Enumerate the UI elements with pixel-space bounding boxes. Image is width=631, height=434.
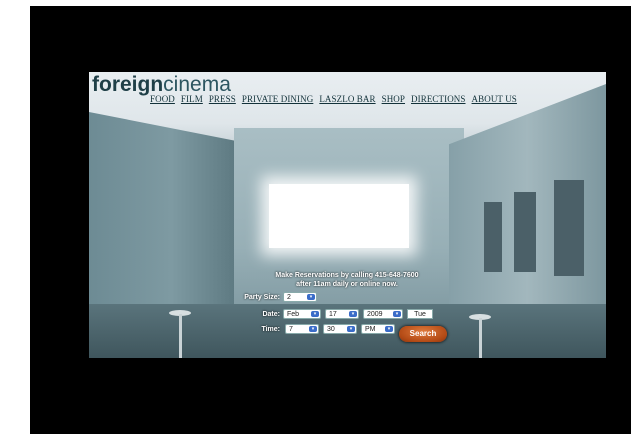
chevron-down-icon: ▾ <box>307 294 315 300</box>
party-size-value: 2 <box>287 294 291 301</box>
chevron-down-icon: ▾ <box>393 311 401 317</box>
chevron-down-icon: ▾ <box>385 326 393 332</box>
reservation-message-line2: after 11am daily or online now. <box>296 281 398 288</box>
year-select[interactable]: 2009 ▾ <box>363 309 403 319</box>
reservation-message-line1: Make Reservations by calling 415-648-760… <box>275 272 419 279</box>
nav-private-dining[interactable]: PRIVATE DINING <box>242 94 313 104</box>
search-button[interactable]: Search <box>399 326 447 342</box>
nav-food[interactable]: FOOD <box>150 94 175 104</box>
day-select[interactable]: 17 ▾ <box>325 309 359 319</box>
nav-about-us[interactable]: ABOUT US <box>472 94 517 104</box>
party-size-label: Party Size: <box>244 294 280 301</box>
chevron-down-icon: ▾ <box>349 311 357 317</box>
party-size-select[interactable]: 2 ▾ <box>283 292 317 302</box>
chevron-down-icon: ▾ <box>311 311 319 317</box>
building-window <box>514 192 536 272</box>
time-label: Time: <box>261 326 280 333</box>
nav-laszlo-bar[interactable]: LASZLO BAR <box>319 94 375 104</box>
nav-directions[interactable]: DIRECTIONS <box>411 94 466 104</box>
hour-select[interactable]: 7 ▾ <box>285 324 319 334</box>
foreign-cinema-logo[interactable]: foreigncinema <box>92 74 231 96</box>
nav-shop[interactable]: SHOP <box>382 94 405 104</box>
patio-heater-pole <box>179 314 182 358</box>
main-nav: FOOD FILM PRESS PRIVATE DINING LASZLO BA… <box>150 94 517 104</box>
nav-film[interactable]: FILM <box>181 94 203 104</box>
ampm-select[interactable]: PM ▾ <box>361 324 395 334</box>
chevron-down-icon: ▾ <box>309 326 317 332</box>
building-window <box>484 202 502 272</box>
logo-light-text: cinema <box>163 73 231 96</box>
year-value: 2009 <box>367 311 383 318</box>
month-select[interactable]: Feb ▾ <box>283 309 321 319</box>
logo-bold-text: foreign <box>92 73 164 96</box>
hour-value: 7 <box>289 326 293 333</box>
chevron-down-icon: ▾ <box>347 326 355 332</box>
ampm-value: PM <box>365 326 376 333</box>
projection-screen <box>269 184 409 248</box>
patio-heater-pole <box>479 318 482 358</box>
day-value: 17 <box>329 311 337 318</box>
building-window <box>554 180 584 276</box>
weekday-display: Tue <box>407 309 433 319</box>
minute-value: 30 <box>327 326 335 333</box>
minute-select[interactable]: 30 ▾ <box>323 324 357 334</box>
month-value: Feb <box>287 311 300 318</box>
nav-press[interactable]: PRESS <box>209 94 236 104</box>
date-label: Date: <box>262 311 280 318</box>
